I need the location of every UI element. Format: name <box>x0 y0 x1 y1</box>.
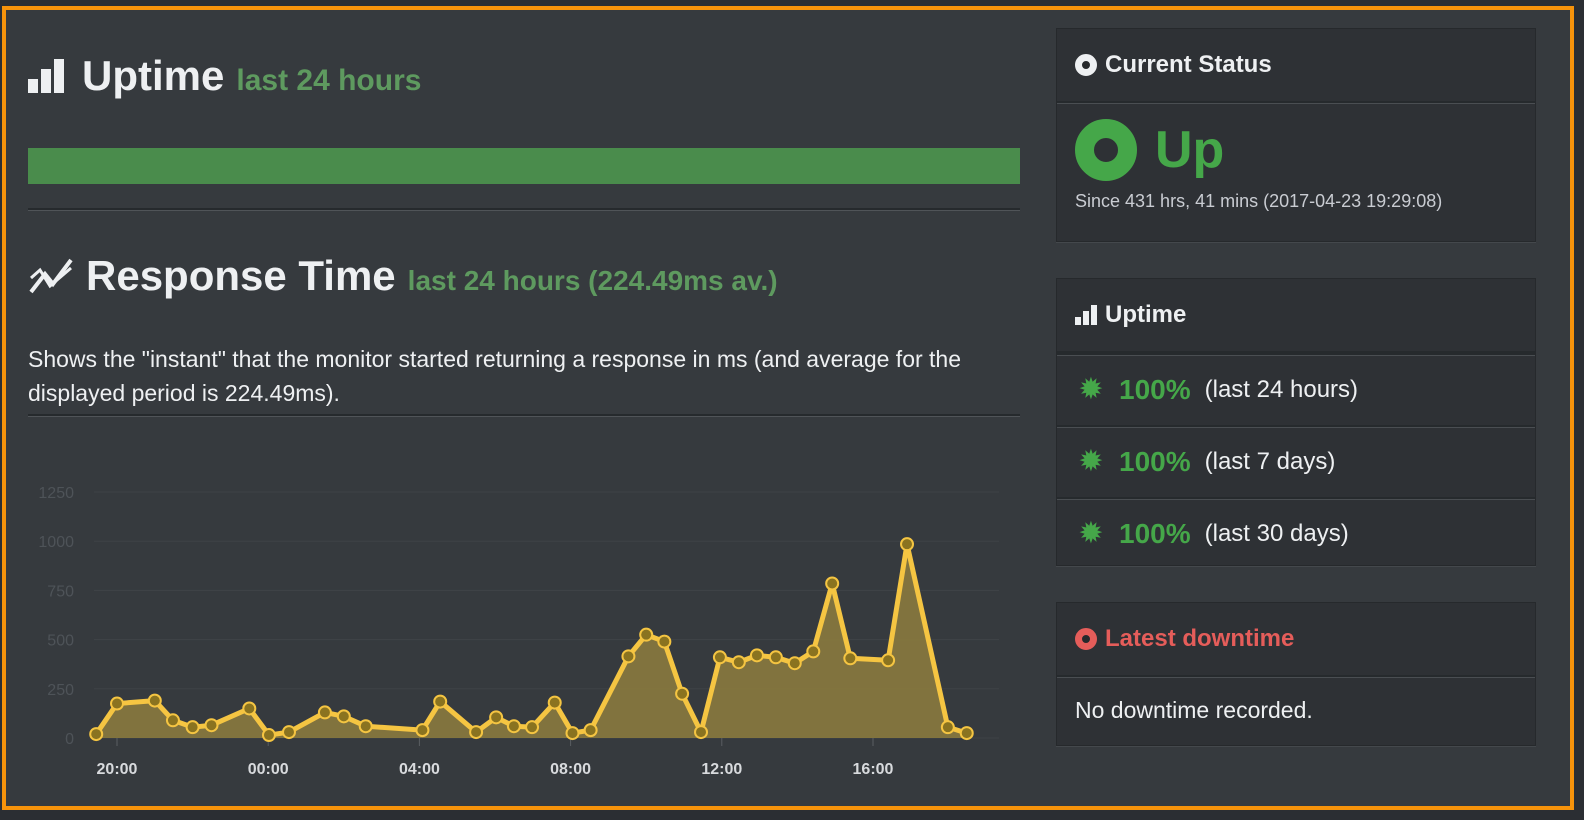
uptime-value: 100% <box>1119 518 1191 549</box>
uptime-title: Uptime <box>82 52 225 99</box>
uptime-row: ✹ 100% (last 7 days) <box>1057 425 1535 497</box>
latest-downtime-header: Latest downtime <box>1057 603 1535 677</box>
chart-svg: 0 250 500 750 1000 1250 20:00 00:00 04:00 08:00 12… <box>38 485 999 778</box>
data-point <box>433 694 448 709</box>
y-tick-label: 1250 <box>38 485 74 502</box>
uptime-panel-header: Uptime <box>1057 279 1535 353</box>
cog-icon: ✹ <box>1078 373 1104 406</box>
uptime-row: ✹ 100% (last 24 hours) <box>1057 353 1535 425</box>
response-time-subtitle: last 24 hours (224.49ms av.) <box>407 265 778 296</box>
data-point <box>825 576 840 591</box>
data-point <box>317 705 332 720</box>
data-point <box>621 649 636 664</box>
data-point <box>959 726 974 741</box>
data-point <box>843 651 858 666</box>
uptime-period: (last 7 days) <box>1204 448 1336 475</box>
current-status-body: Up Since 431 hrs, 41 mins (2017-04-23 19… <box>1057 103 1535 212</box>
data-point <box>204 718 219 733</box>
x-tick-label: 16:00 <box>853 761 894 778</box>
data-point <box>881 653 896 668</box>
current-status-header: Current Status <box>1057 29 1535 103</box>
uptime-period: (last 24 hours) <box>1204 376 1359 403</box>
x-tick-label: 12:00 <box>701 761 742 778</box>
response-time-title: Response Time <box>86 252 396 299</box>
line-chart-icon <box>29 258 73 294</box>
data-point <box>657 634 672 649</box>
data-point <box>731 655 746 670</box>
data-point <box>749 648 764 663</box>
uptime-value: 100% <box>1119 446 1191 477</box>
response-time-chart: 0 250 500 750 1000 1250 20:00 00:00 04:00 08:00 12… <box>24 450 1034 790</box>
uptime-panel: Uptime ✹ 100% (last 24 hours) ✹ 100% (la… <box>1056 278 1536 566</box>
x-tick-label: 00:00 <box>248 761 289 778</box>
data-point <box>547 695 562 710</box>
y-tick-label: 0 <box>65 731 74 748</box>
data-point <box>694 725 709 740</box>
data-point <box>415 723 430 738</box>
data-point <box>185 720 200 735</box>
uptime-period: (last 30 days) <box>1204 520 1349 547</box>
response-time-heading: Response Time last 24 hours (224.49ms av… <box>28 252 778 300</box>
data-point <box>583 723 598 738</box>
data-point <box>525 720 540 735</box>
data-point <box>675 686 690 701</box>
dot-circle-icon <box>1075 628 1097 650</box>
data-point <box>806 644 821 659</box>
y-tick-label: 500 <box>47 633 74 650</box>
data-point <box>147 693 162 708</box>
downtime-message: No downtime recorded. <box>1075 697 1313 723</box>
uptime-bar[interactable] <box>28 148 1020 184</box>
data-point <box>89 727 104 742</box>
bar-chart-icon <box>28 59 64 93</box>
data-point <box>565 726 580 741</box>
bar-chart-icon <box>1075 305 1097 325</box>
latest-downtime-title: Latest downtime <box>1105 625 1295 652</box>
data-point <box>261 728 276 743</box>
data-point <box>242 701 257 716</box>
data-point <box>358 719 373 734</box>
data-point <box>900 537 915 552</box>
data-point <box>281 725 296 740</box>
data-point <box>940 720 955 735</box>
series-area <box>96 544 967 738</box>
x-tick-label: 08:00 <box>550 761 591 778</box>
dot-circle-icon <box>1075 54 1097 76</box>
uptime-heading: Uptime last 24 hours <box>28 52 421 100</box>
cog-icon: ✹ <box>1078 445 1104 478</box>
data-point <box>165 713 180 728</box>
status-indicator: Up <box>1075 119 1517 181</box>
x-tick-label: 04:00 <box>399 761 440 778</box>
divider <box>28 208 1020 211</box>
cog-icon: ✹ <box>1078 517 1104 550</box>
latest-downtime-panel: Latest downtime No downtime recorded. <box>1056 602 1536 746</box>
data-point <box>768 650 783 665</box>
data-point <box>639 627 654 642</box>
data-point <box>712 650 727 665</box>
status-ring-icon <box>1075 119 1137 181</box>
uptime-subtitle: last 24 hours <box>236 64 422 97</box>
x-tick-label: 20:00 <box>97 761 138 778</box>
uptime-value: 100% <box>1119 374 1191 405</box>
y-tick-label: 750 <box>47 583 74 600</box>
uptime-row: ✹ 100% (last 30 days) <box>1057 497 1535 569</box>
data-point <box>787 656 802 671</box>
y-tick-label: 250 <box>47 682 74 699</box>
current-status-panel: Current Status Up Since 431 hrs, 41 mins… <box>1056 28 1536 242</box>
uptime-panel-title: Uptime <box>1105 301 1187 328</box>
data-point <box>489 710 504 725</box>
status-since: Since 431 hrs, 41 mins (2017-04-23 19:29… <box>1075 191 1443 211</box>
status-value: Up <box>1155 121 1225 179</box>
current-status-title: Current Status <box>1105 51 1272 78</box>
data-point <box>469 725 484 740</box>
data-point <box>336 709 351 724</box>
response-time-description: Shows the "instant" that the monitor sta… <box>28 346 962 406</box>
divider <box>28 414 1020 417</box>
data-point <box>110 696 124 711</box>
y-tick-label: 1000 <box>38 534 74 551</box>
data-point <box>506 719 521 734</box>
